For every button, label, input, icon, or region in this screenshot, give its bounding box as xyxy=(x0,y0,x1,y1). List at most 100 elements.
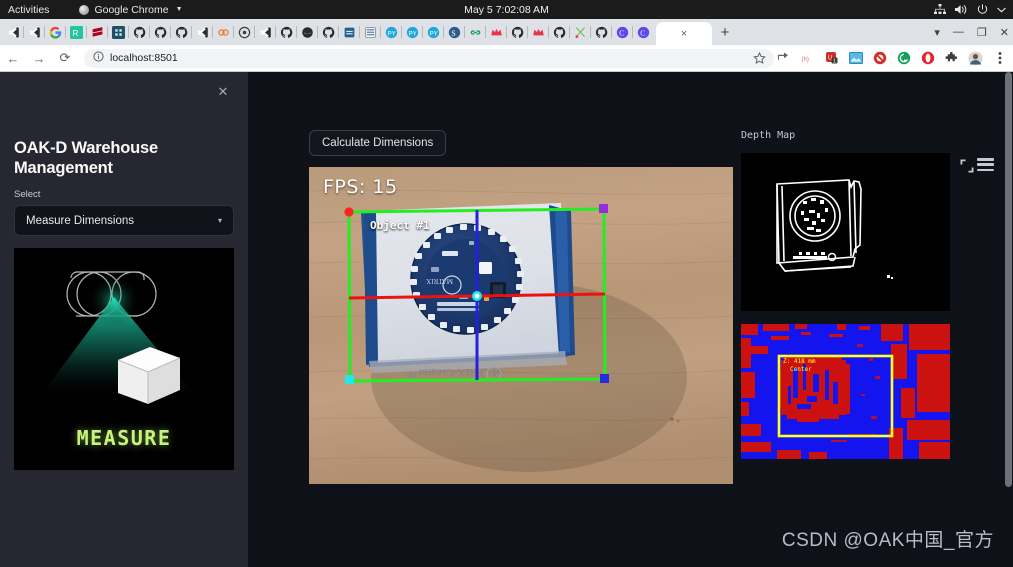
depth-color-render: Z: 418 mm Center xyxy=(741,324,950,459)
address-bar[interactable]: localhost:8501 xyxy=(84,48,774,68)
tab-pinned-14[interactable] xyxy=(276,20,297,44)
tab-pinned-10[interactable] xyxy=(192,20,213,44)
puzzle-icon[interactable] xyxy=(944,51,959,66)
calculate-dimensions-button[interactable]: Calculate Dimensions xyxy=(309,130,447,156)
pycharm-icon: PY xyxy=(406,26,419,38)
lastpass-icon[interactable]: U1 xyxy=(824,51,839,66)
chevron-down-icon[interactable] xyxy=(997,7,1006,13)
svg-text:PY: PY xyxy=(430,30,438,37)
toolbar-actions[interactable]: (h) U1 xyxy=(752,51,1007,66)
sublime-icon xyxy=(92,26,103,37)
tab-pinned-29[interactable] xyxy=(591,20,612,44)
tab-pinned-16[interactable] xyxy=(318,20,339,44)
tab-pinned-25[interactable] xyxy=(507,20,528,44)
github-icon xyxy=(322,26,335,38)
rgb-camera-view[interactable]: MATRIX MATRIX Creator™ FPS: 15 Object #1 xyxy=(309,167,733,484)
grammarly-icon[interactable] xyxy=(896,51,911,66)
svg-text:PY: PY xyxy=(409,30,417,37)
network-icon[interactable] xyxy=(934,4,946,15)
power-icon[interactable] xyxy=(977,4,988,15)
link-icon xyxy=(470,29,481,35)
volume-icon[interactable] xyxy=(955,4,968,15)
depth-color-image[interactable]: Z: 418 mm Center xyxy=(741,324,950,459)
tab-pinned-28[interactable] xyxy=(570,20,591,44)
tab-search-icon[interactable]: ▾ xyxy=(934,26,940,39)
tab-pinned-15[interactable] xyxy=(297,20,318,44)
share-icon[interactable] xyxy=(776,51,791,66)
window-controls[interactable]: ▾ — ❐ ✕ xyxy=(934,19,1009,45)
tab-pinned-7[interactable] xyxy=(129,20,150,44)
tab-pinned-19[interactable]: PY xyxy=(381,20,402,44)
tab-pinned-31[interactable]: C xyxy=(633,20,654,44)
vscode-icon xyxy=(260,26,271,38)
mode-select[interactable]: Measure Dimensions ▾ xyxy=(14,205,234,237)
tab-pinned-18[interactable] xyxy=(360,20,381,44)
tab-pinned-24[interactable] xyxy=(486,20,507,44)
forward-button[interactable]: → xyxy=(26,51,52,66)
browser-tab-strip[interactable]: R PY PY PY S C C × + ▾ — ❐ ✕ xyxy=(0,19,1013,45)
svg-text:PY: PY xyxy=(388,30,396,37)
site-info-icon[interactable] xyxy=(93,49,104,67)
tab-pinned-6[interactable] xyxy=(108,20,129,44)
chevron-down-icon: ▾ xyxy=(217,216,222,226)
bookmark-star-icon[interactable] xyxy=(752,51,767,66)
reload-button[interactable]: ⟳ xyxy=(52,50,78,66)
vscode-icon xyxy=(197,26,208,38)
sidebar-close-button[interactable]: ✕ xyxy=(212,81,234,103)
tab-pinned-4[interactable]: R xyxy=(66,20,87,44)
rgb-frame: MATRIX MATRIX Creator™ xyxy=(309,167,733,484)
tab-pinned-2[interactable] xyxy=(24,20,45,44)
tab-pinned-23[interactable] xyxy=(465,20,486,44)
adblock-icon[interactable] xyxy=(872,51,887,66)
tab-pinned-9[interactable] xyxy=(171,20,192,44)
github-icon xyxy=(280,26,293,38)
streamlit-app: ✕ OAK-D Warehouse Management Select Meas… xyxy=(0,72,1013,567)
browser-toolbar[interactable]: ← → ⟳ localhost:8501 (h) U1 xyxy=(0,45,1013,72)
extension-hw-icon[interactable]: (h) xyxy=(800,51,815,66)
tab-pinned-26[interactable] xyxy=(528,20,549,44)
back-button[interactable]: ← xyxy=(0,51,26,66)
tab-pinned-17[interactable] xyxy=(339,20,360,44)
depth-edge-image[interactable] xyxy=(741,153,950,311)
menu-icon[interactable] xyxy=(977,158,994,171)
active-tab[interactable]: × xyxy=(656,22,712,45)
tab-pinned-13[interactable] xyxy=(255,20,276,44)
screenshot-icon[interactable] xyxy=(848,51,863,66)
avatar-icon[interactable] xyxy=(968,51,983,66)
tab-pinned-27[interactable] xyxy=(549,20,570,44)
tab-pinned-22[interactable]: S xyxy=(444,20,465,44)
tab-pinned-20[interactable]: PY xyxy=(402,20,423,44)
colab-icon: C xyxy=(616,26,629,38)
tab-pinned-11[interactable] xyxy=(213,20,234,44)
tab-pinned-1[interactable] xyxy=(3,20,24,44)
svg-text:(h): (h) xyxy=(802,57,809,63)
opera-icon[interactable] xyxy=(920,51,935,66)
system-clock[interactable]: May 5 7:02:08 AM xyxy=(464,4,549,16)
tab-pinned-12[interactable] xyxy=(234,20,255,44)
scrollbar-thumb[interactable] xyxy=(1005,72,1012,487)
close-window-button[interactable]: ✕ xyxy=(1000,26,1009,39)
close-icon[interactable]: × xyxy=(681,28,687,40)
github-icon xyxy=(133,26,146,38)
tab-pinned-8[interactable] xyxy=(150,20,171,44)
maximize-button[interactable]: ❐ xyxy=(977,26,987,39)
page-scrollbar[interactable] xyxy=(1004,72,1013,567)
pinned-tabs[interactable]: R PY PY PY S C C xyxy=(0,19,654,45)
minimize-button[interactable]: — xyxy=(953,26,964,38)
watermark-text: CSDN @OAK中国_官方 xyxy=(781,530,994,551)
app-menu-chrome[interactable]: Google Chrome ▼ xyxy=(79,4,183,16)
activities-button[interactable]: Activities xyxy=(8,4,49,16)
system-tray[interactable] xyxy=(934,4,1006,15)
kebab-menu-icon[interactable] xyxy=(992,51,1007,66)
scissors-icon xyxy=(575,26,585,38)
github-icon xyxy=(553,26,566,38)
blackboard-icon xyxy=(302,26,313,38)
new-tab-button[interactable]: + xyxy=(712,19,738,45)
tab-pinned-3[interactable] xyxy=(45,20,66,44)
google-icon xyxy=(49,26,62,39)
tab-pinned-30[interactable]: C xyxy=(612,20,633,44)
tab-pinned-21[interactable]: PY xyxy=(423,20,444,44)
dataset-icon xyxy=(344,27,355,37)
fullscreen-icon[interactable] xyxy=(960,159,974,173)
tab-pinned-5[interactable] xyxy=(87,20,108,44)
